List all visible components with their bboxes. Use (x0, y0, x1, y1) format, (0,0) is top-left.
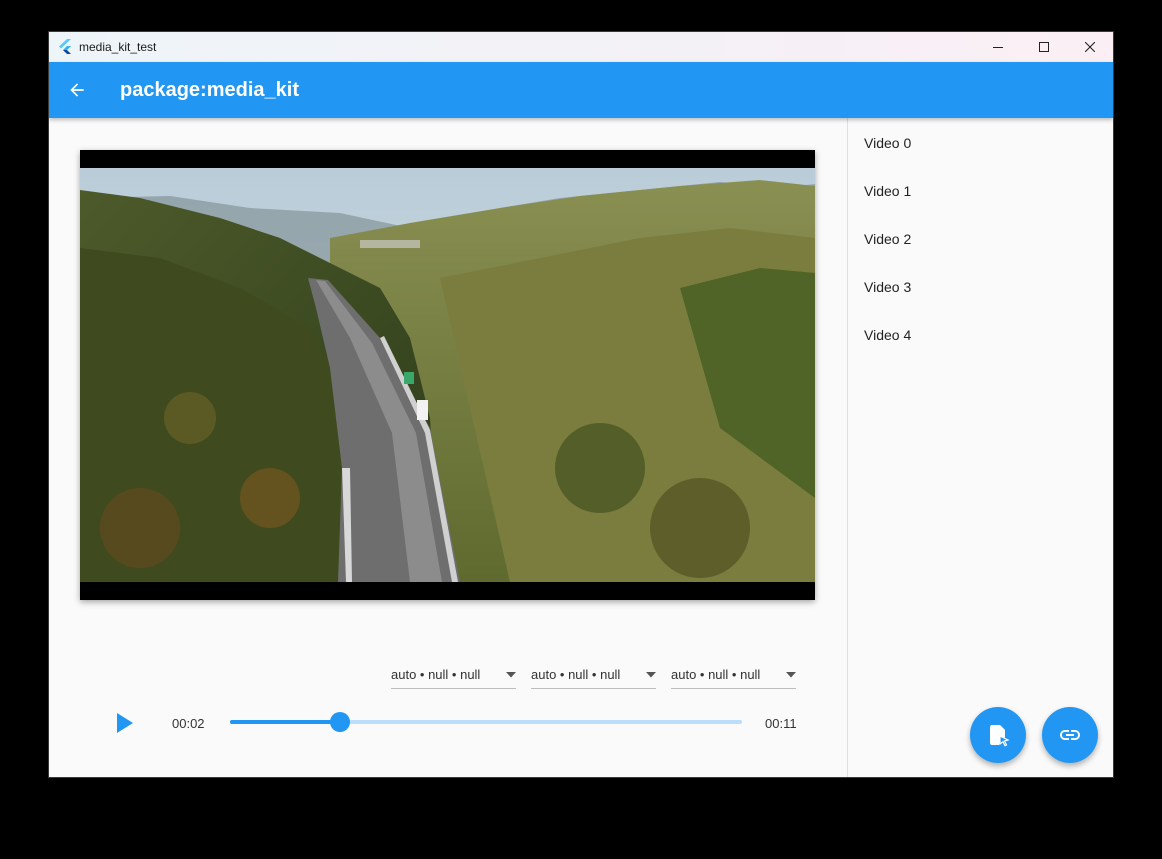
link-icon (1060, 730, 1080, 740)
flutter-icon (59, 39, 71, 54)
minimize-button[interactable] (975, 32, 1021, 62)
current-position: 00:02 (172, 716, 205, 731)
seek-bar[interactable] (230, 712, 742, 732)
track-dropdown-3-value: auto • null • null (671, 667, 761, 682)
track-dropdown-2[interactable]: auto • null • null (531, 661, 656, 689)
video-thumbnail-landscape (80, 168, 815, 582)
open-file-icon (990, 725, 1010, 747)
track-dropdown-1-value: auto • null • null (391, 667, 481, 682)
total-duration: 00:11 (765, 716, 797, 731)
dropdown-arrow-icon (506, 671, 516, 677)
close-button[interactable] (1067, 32, 1113, 62)
player-area: auto • null • null auto • null • null au… (49, 118, 847, 777)
playlist-item-video-1[interactable]: Video 1 (864, 181, 911, 201)
video-frame-image (80, 168, 815, 582)
playlist-item-video-4[interactable]: Video 4 (864, 325, 911, 345)
video-player[interactable] (80, 150, 815, 600)
page-title: package:media_kit (120, 78, 299, 101)
back-button[interactable] (57, 70, 97, 110)
play-button[interactable] (111, 709, 139, 737)
playlist-item-video-0[interactable]: Video 0 (864, 133, 911, 153)
seek-bar-progress (230, 720, 340, 724)
dropdown-arrow-icon (646, 671, 656, 677)
playlist-panel: Video 0 Video 1 Video 2 Video 3 Video 4 (848, 118, 1113, 777)
playlist-item-video-2[interactable]: Video 2 (864, 229, 911, 249)
play-icon (117, 713, 133, 733)
seek-bar-thumb[interactable] (329, 712, 350, 732)
close-icon (1085, 42, 1095, 52)
minimize-icon (993, 47, 1003, 48)
window-controls (975, 32, 1113, 62)
playlist-item-video-3[interactable]: Video 3 (864, 277, 911, 297)
open-url-button[interactable] (1042, 707, 1098, 763)
maximize-icon (1039, 42, 1049, 52)
dropdown-arrow-icon (786, 671, 796, 677)
maximize-button[interactable] (1021, 32, 1067, 62)
app-bar: package:media_kit (49, 62, 1113, 118)
window-title: media_kit_test (79, 40, 157, 54)
title-bar[interactable]: media_kit_test (49, 32, 1113, 62)
arrow-back-icon (70, 83, 84, 97)
track-dropdown-2-value: auto • null • null (531, 667, 621, 682)
track-dropdown-3[interactable]: auto • null • null (671, 661, 796, 689)
app-window: media_kit_test package:media_kit auto • … (48, 31, 1114, 778)
open-file-button[interactable] (970, 707, 1026, 763)
track-dropdown-1[interactable]: auto • null • null (391, 661, 516, 689)
